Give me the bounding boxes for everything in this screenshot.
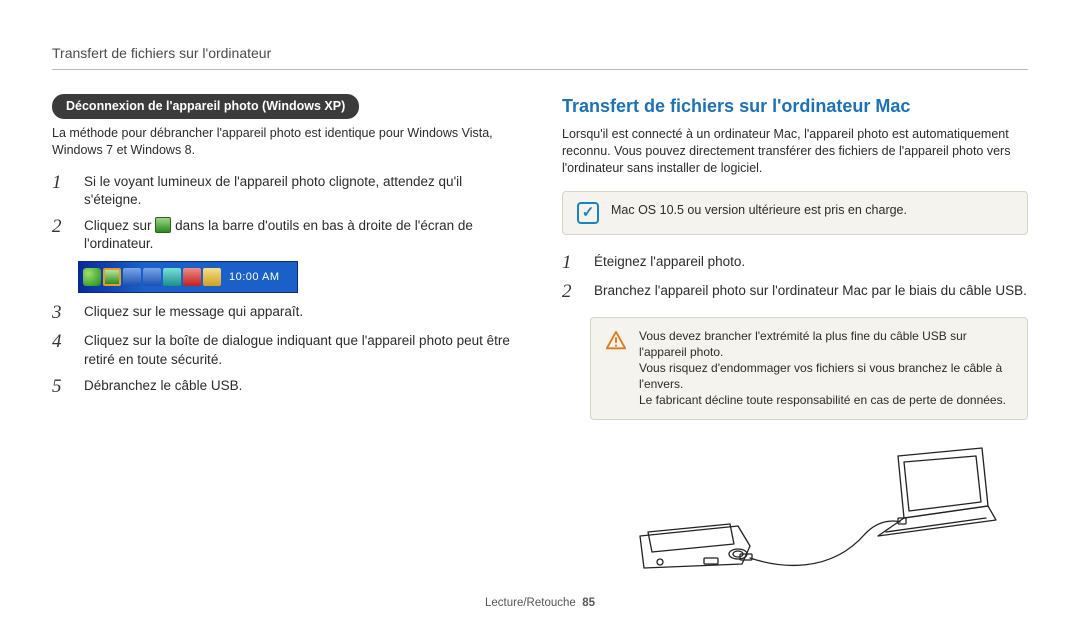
warn-line: Vous devez brancher l'extrémité la plus …: [639, 328, 1013, 360]
tray-icon: [163, 268, 181, 286]
disconnect-heading-pill: Déconnexion de l'appareil photo (Windows…: [52, 94, 359, 119]
warn-line: Le fabricant décline toute responsabilit…: [639, 392, 1013, 408]
info-text: Mac OS 10.5 ou version ultérieure est pr…: [611, 202, 907, 219]
page-header: Transfert de fichiers sur l'ordinateur: [52, 44, 1028, 70]
step-text: Branchez l'appareil photo sur l'ordinate…: [594, 282, 1028, 300]
mac-step-1: Éteignez l'appareil photo.: [562, 253, 1028, 274]
step-text: Débranchez le câble USB.: [84, 377, 518, 395]
step-text: Cliquez sur la boîte de dialogue indiqua…: [84, 332, 518, 368]
warning-callout: Vous devez brancher l'extrémité la plus …: [590, 317, 1028, 420]
step-5: Débranchez le câble USB.: [52, 377, 518, 398]
step-2: Cliquez sur dans la barre d'outils en ba…: [52, 217, 518, 253]
content-columns: Déconnexion de l'appareil photo (Windows…: [52, 94, 1028, 578]
disconnect-steps: Si le voyant lumineux de l'appareil phot…: [52, 173, 518, 254]
start-button-icon: [83, 268, 101, 286]
step2-pre: Cliquez sur: [84, 218, 152, 233]
info-callout: ✓ Mac OS 10.5 ou version ultérieure est …: [562, 191, 1028, 235]
tray-icon: [143, 268, 161, 286]
column-right: Transfert de fichiers sur l'ordinateur M…: [562, 94, 1028, 578]
info-icon: ✓: [577, 202, 599, 224]
tray-icon: [203, 268, 221, 286]
disconnect-intro: La méthode pour débrancher l'appareil ph…: [52, 125, 518, 159]
step-text: Si le voyant lumineux de l'appareil phot…: [84, 173, 518, 209]
page-footer: Lecture/Retouche 85: [0, 596, 1080, 612]
page-number: 85: [582, 597, 595, 609]
warning-icon: [605, 330, 627, 352]
taskbar-systray-image: 10:00 AM: [78, 261, 298, 293]
step-4: Cliquez sur la boîte de dialogue indiqua…: [52, 332, 518, 368]
mac-steps: Éteignez l'appareil photo. Branchez l'ap…: [562, 253, 1028, 303]
warning-lines: Vous devez brancher l'extrémité la plus …: [639, 328, 1013, 409]
mac-transfer-intro: Lorsqu'il est connecté à un ordinateur M…: [562, 126, 1028, 177]
tray-icon: [123, 268, 141, 286]
step-text: Cliquez sur dans la barre d'outils en ba…: [84, 217, 518, 253]
step-text: Éteignez l'appareil photo.: [594, 253, 1028, 271]
warn-line: Vous risquez d'endommager vos fichiers s…: [639, 360, 1013, 392]
camera-to-laptop-illustration: [572, 438, 1028, 578]
disconnect-steps-cont: Cliquez sur le message qui apparaît. Cli…: [52, 303, 518, 397]
tray-clock: 10:00 AM: [229, 270, 279, 285]
safely-remove-hardware-icon: [155, 217, 171, 233]
column-left: Déconnexion de l'appareil photo (Windows…: [52, 94, 518, 578]
step-text: Cliquez sur le message qui apparaît.: [84, 303, 518, 321]
tray-icon: [183, 268, 201, 286]
step-3: Cliquez sur le message qui apparaît.: [52, 303, 518, 324]
step-1: Si le voyant lumineux de l'appareil phot…: [52, 173, 518, 209]
mac-transfer-title: Transfert de fichiers sur l'ordinateur M…: [562, 94, 1028, 118]
safely-remove-hardware-tray-icon: [103, 268, 121, 286]
footer-section: Lecture/Retouche: [485, 597, 576, 609]
mac-step-2: Branchez l'appareil photo sur l'ordinate…: [562, 282, 1028, 303]
